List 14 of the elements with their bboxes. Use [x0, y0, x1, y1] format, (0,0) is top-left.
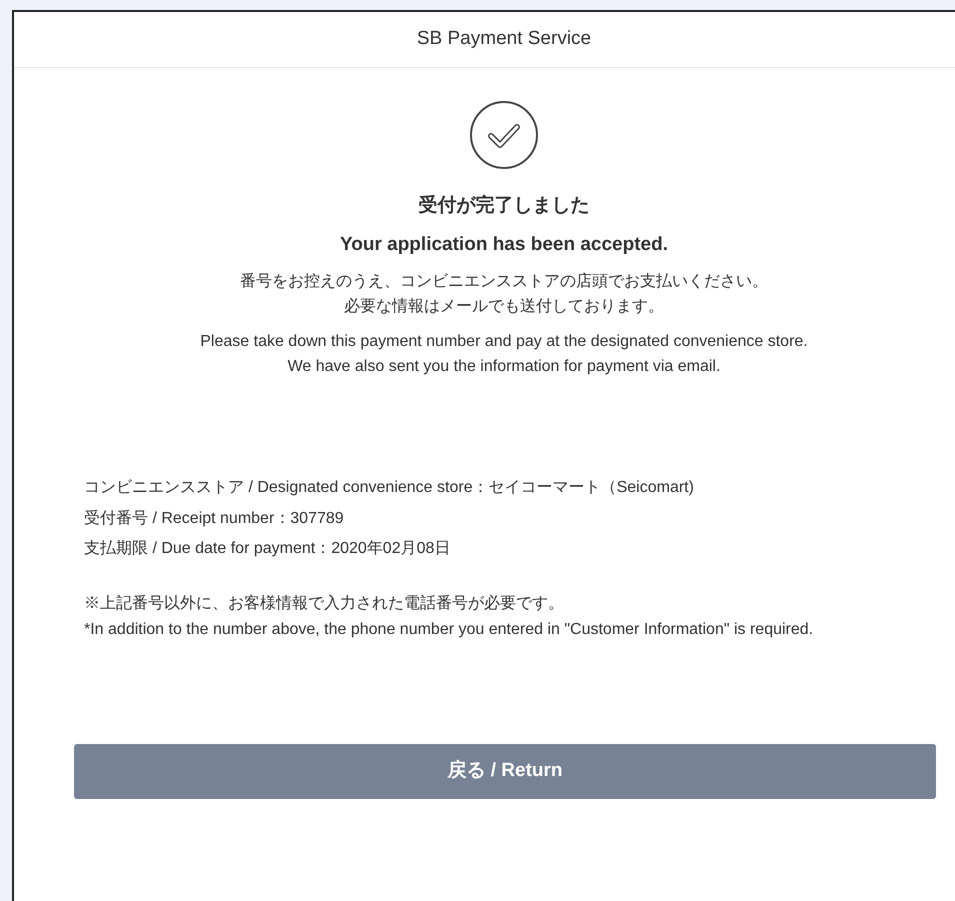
check-circle-icon — [469, 100, 539, 170]
note-text: *In addition to the number above, the phone number you entered in "Customer Information" is required. — [84, 620, 814, 640]
detail-line: 受付番号 / Receipt number：307789 — [84, 508, 345, 528]
detail-line: コンビニエンスストア / Designated convenience store：セイコーマート（Seicomart) — [84, 478, 695, 498]
return-button[interactable]: 戻る / Return — [74, 744, 936, 798]
message-line: 必要な情報はメールでも送付しております。 — [344, 296, 664, 317]
message-line: 番号をお控えのうえ、コンビニエンスストアの店頭でお支払いください。 — [240, 272, 768, 292]
result-title: 受付が完了しました — [418, 194, 590, 218]
detail-line: 支払期限 / Due date for payment：2020年02月08日 — [84, 538, 452, 559]
message-line: Please take down this payment number and pay at the designated convenience store. — [200, 332, 808, 352]
note-text: ※上記番号以外に、お客様情報で入力された電話番号が必要です。 — [84, 594, 565, 614]
result-subtitle: Your application has been accepted. — [340, 232, 668, 256]
site-title: SB Payment Service — [416, 27, 592, 52]
message-line: We have also sent you the information for payment via email. — [288, 357, 720, 377]
